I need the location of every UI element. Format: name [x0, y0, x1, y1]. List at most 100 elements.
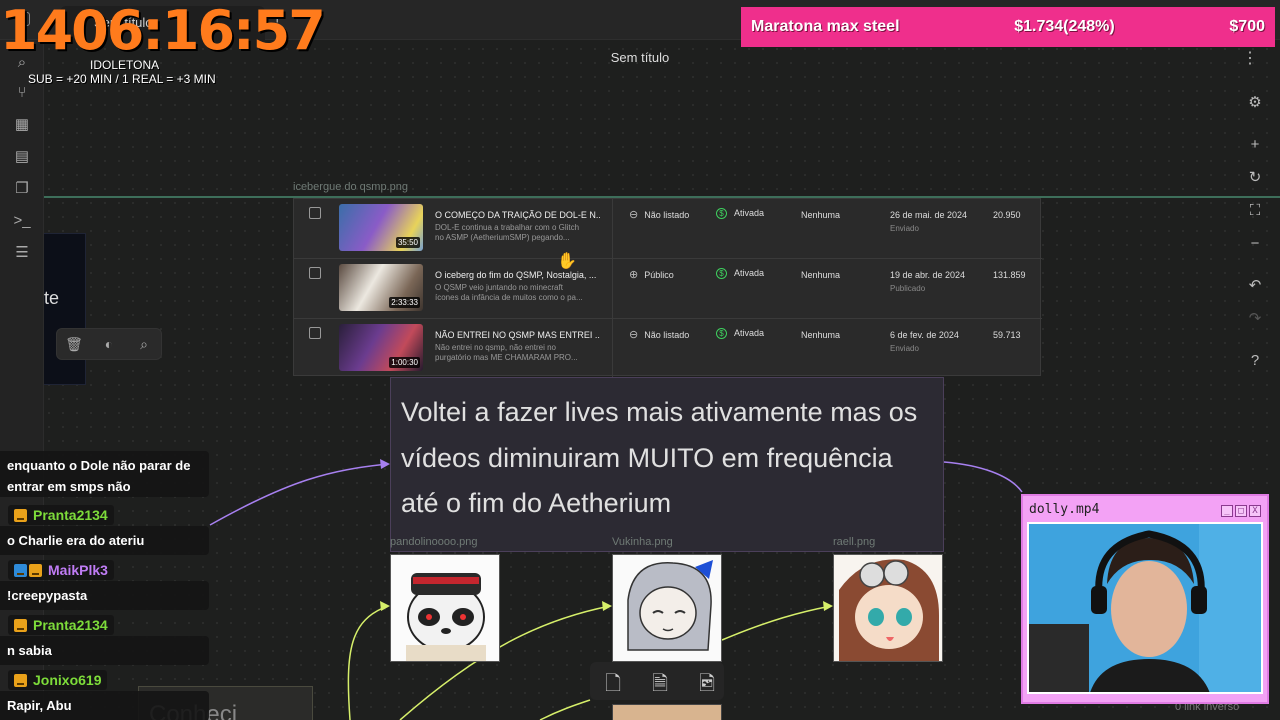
- visibility[interactable]: ⊖ Não listado: [629, 208, 689, 221]
- table-row[interactable]: 2:33:33 O iceberg do fim do QSMP, Nostal…: [294, 259, 1042, 319]
- video-description: O QSMP veio juntando no minecraft ícones …: [435, 283, 583, 302]
- duration-badge: 35:50: [395, 237, 420, 248]
- note-text: Voltei a fazer lives mais ativamente mas…: [401, 397, 918, 518]
- edge-green-3: [721, 605, 832, 641]
- link-icon: ⊖: [629, 209, 639, 221]
- table-row[interactable]: 1:00:30 NÃO ENTREI NO QSMP MAS ENTREI ..…: [294, 319, 1042, 379]
- video-description: DOL-E continua a trabalhar com o Glitch n…: [435, 223, 580, 242]
- image-card-raell[interactable]: [833, 554, 943, 662]
- chat-username: Jonixo619: [8, 670, 108, 690]
- trash-icon[interactable]: 🗑: [65, 336, 83, 354]
- crown-badge-icon: [14, 509, 27, 522]
- duration-badge: 1:00:30: [389, 357, 420, 368]
- media-file-icon[interactable]: 🖻: [695, 669, 719, 695]
- upload-date: 6 de fev. de 2024 Enviado: [890, 330, 959, 353]
- image-card-vukinha[interactable]: [612, 554, 722, 662]
- goal-progress: $1.734(248%): [1014, 18, 1115, 35]
- raell-image: [834, 555, 942, 661]
- left-note-text: te: [44, 288, 60, 308]
- upload-date: 26 de mai. de 2024 Enviado: [890, 210, 968, 233]
- chat-username: Pranta2134: [8, 615, 114, 635]
- node-toolbar: 🗑 ◐ ⌕: [56, 328, 162, 360]
- video-thumbnail[interactable]: 35:50: [339, 204, 423, 251]
- edge-purple-right: [943, 461, 1023, 493]
- monetization[interactable]: $ Ativada: [716, 268, 764, 279]
- timer-rule: SUB = +20 MIN / 1 REAL = +3 MIN: [28, 72, 216, 86]
- donation-goal-bar: Maratona max steel $1.734(248%) $700: [741, 7, 1275, 47]
- video-description: Não entrei no qsmp, não entrei no purgató…: [435, 343, 578, 362]
- document-icon[interactable]: 🗎: [648, 669, 672, 695]
- chat-message: o Charlie era do ateriu: [0, 526, 209, 555]
- webcam-titlebar: dolly.mp4 _ □ X: [1027, 500, 1263, 518]
- prime-badge-icon: [14, 564, 27, 577]
- monetization[interactable]: $ Ativada: [716, 328, 764, 339]
- crown-badge-icon: [14, 619, 27, 632]
- add-node-toolbar: 🗋 🗎 🖻: [590, 662, 724, 700]
- duration-badge: 2:33:33: [389, 297, 420, 308]
- row-checkbox[interactable]: [309, 267, 321, 279]
- view-count: 131.859: [993, 270, 1026, 280]
- restrictions: Nenhuma: [801, 330, 841, 340]
- dollar-icon: $: [716, 328, 727, 339]
- view-count: 59.713: [993, 330, 1021, 340]
- chat-message: n sabia: [0, 636, 209, 665]
- video-thumbnail[interactable]: 1:00:30: [339, 324, 423, 371]
- visibility[interactable]: ⊕ Público: [629, 268, 674, 281]
- divider: [612, 319, 613, 379]
- edge-green-1: [347, 605, 389, 720]
- minimize-icon: _: [1221, 504, 1233, 517]
- dollar-icon: $: [716, 208, 727, 219]
- upload-date: 19 de abr. de 2024 Publicado: [890, 270, 966, 293]
- row-checkbox[interactable]: [309, 207, 321, 219]
- streamer-image: [1029, 524, 1261, 692]
- webcam-title: dolly.mp4: [1029, 501, 1100, 517]
- hand-cursor-icon: ✋: [557, 253, 577, 270]
- text-note-card[interactable]: Voltei a fazer lives mais ativamente mas…: [390, 377, 944, 552]
- image-card-iceberg[interactable]: 35:50 O COMEÇO DA TRAIÇÃO DE DOL-E N... …: [293, 198, 1042, 379]
- left-note-card[interactable]: [44, 233, 86, 385]
- goal-name: Maratona max steel: [751, 18, 900, 35]
- globe-icon: ⊕: [629, 269, 639, 281]
- zoom-to-node-icon[interactable]: ⌕: [135, 336, 153, 354]
- divider: [612, 259, 613, 319]
- restrictions: Nenhuma: [801, 270, 841, 280]
- file-icon[interactable]: 🗋: [601, 669, 625, 695]
- file-label-vukinha: Vukinha.png: [612, 536, 673, 548]
- video-title[interactable]: O iceberg do fim do QSMP, Nostalgia, ...: [435, 270, 600, 280]
- edge-arrow: [602, 601, 612, 611]
- video-title[interactable]: O COMEÇO DA TRAIÇÃO DE DOL-E N...: [435, 210, 600, 220]
- edge-green-4: [539, 699, 591, 720]
- vukinha-image: [613, 555, 721, 661]
- webcam-video: [1027, 522, 1263, 694]
- timer-title: IDOLETONA: [90, 58, 160, 72]
- webcam-window: dolly.mp4 _ □ X: [1021, 494, 1269, 704]
- subathon-timer: 1406:16:57: [0, 0, 326, 62]
- file-label-pandolino: pandolinoooo.png: [390, 536, 478, 548]
- restrictions: Nenhuma: [801, 210, 841, 220]
- row-checkbox[interactable]: [309, 327, 321, 339]
- close-icon: X: [1249, 504, 1261, 517]
- table-row[interactable]: 35:50 O COMEÇO DA TRAIÇÃO DE DOL-E N... …: [294, 199, 1042, 259]
- dollar-icon: $: [716, 268, 727, 279]
- file-label-raell: raell.png: [833, 536, 876, 548]
- monetization[interactable]: $ Ativada: [716, 208, 764, 219]
- video-thumbnail[interactable]: 2:33:33: [339, 264, 423, 311]
- crown-badge-icon: [29, 564, 42, 577]
- visibility[interactable]: ⊖ Não listado: [629, 328, 689, 341]
- edge-arrow: [380, 601, 390, 611]
- palette-icon[interactable]: ◐: [100, 336, 118, 354]
- chat-username: Pranta2134: [8, 505, 114, 525]
- file-label-iceberg: icebergue do qsmp.png: [293, 181, 408, 193]
- chat-message: Rapir, Abu: [0, 691, 209, 720]
- image-card-partial[interactable]: [612, 704, 722, 720]
- edge-purple-left: [209, 463, 389, 526]
- link-icon: ⊖: [629, 329, 639, 341]
- maximize-icon: □: [1235, 504, 1247, 517]
- chat-message: enquanto o Dole não parar de entrar em s…: [0, 451, 209, 497]
- view-count: 20.950: [993, 210, 1021, 220]
- image-card-pandolino[interactable]: [390, 554, 500, 662]
- panda-image: [391, 555, 499, 661]
- chat-message: !creepypasta: [0, 581, 209, 610]
- video-title[interactable]: NÃO ENTREI NO QSMP MAS ENTREI ...: [435, 330, 600, 340]
- goal-target: $700: [1229, 18, 1265, 35]
